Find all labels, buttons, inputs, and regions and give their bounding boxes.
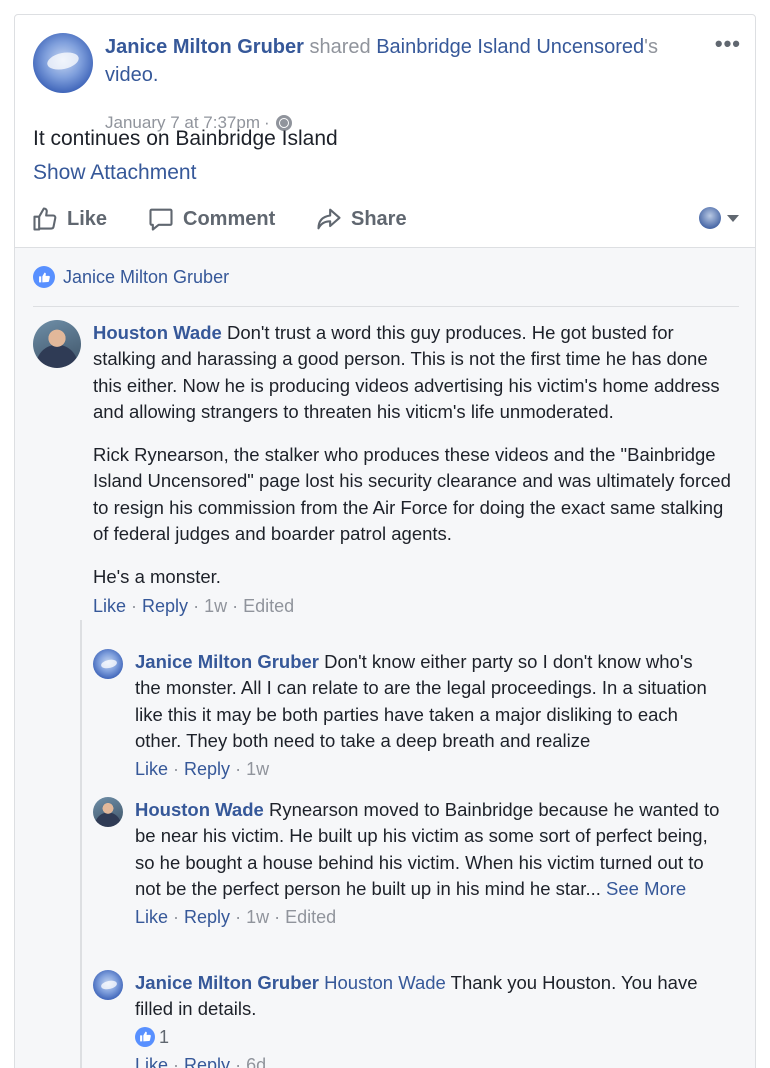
comment-like-link[interactable]: Like: [135, 1055, 168, 1068]
mention-link[interactable]: Houston Wade: [324, 972, 446, 993]
comment-like-link[interactable]: Like: [93, 596, 126, 616]
reaction-number: 1: [159, 1026, 170, 1047]
avatar[interactable]: [93, 797, 123, 827]
comment-author[interactable]: Houston Wade: [135, 799, 264, 820]
divider: [33, 306, 739, 307]
comment-reply-link[interactable]: Reply: [184, 1055, 230, 1068]
comment-button[interactable]: Comment: [147, 201, 275, 237]
comment: Houston Wade Rynearson moved to Bainbrid…: [135, 797, 720, 930]
comment-like-link[interactable]: Like: [135, 759, 168, 779]
author-avatar[interactable]: [33, 33, 93, 93]
reaction-count[interactable]: 1: [135, 1024, 720, 1050]
avatar[interactable]: [93, 970, 123, 1000]
share-arrow-icon: [317, 208, 341, 230]
comment-age[interactable]: 1w: [246, 759, 269, 779]
edited-label[interactable]: Edited: [285, 907, 336, 927]
edited-label[interactable]: Edited: [243, 596, 294, 616]
like-reaction-icon: [135, 1026, 155, 1047]
comments-section: Janice Milton Gruber Houston Wade Don't …: [15, 247, 755, 1068]
author-name-link[interactable]: Janice Milton Gruber: [105, 36, 304, 58]
post-as-selector[interactable]: [699, 207, 739, 229]
comment-actions: Like · Reply · 1w: [135, 759, 270, 780]
comment-actions: Like · Reply · 1w · Edited: [93, 595, 295, 616]
comment: Houston Wade Don't trust a word this guy…: [93, 320, 735, 619]
more-dots-icon[interactable]: •••: [715, 33, 741, 55]
speech-bubble-icon: [149, 208, 173, 231]
comment-text: He's a monster.: [93, 566, 221, 588]
comment-text: Rick Rynearson, the stalker who produces…: [93, 444, 731, 545]
show-attachment-link[interactable]: Show Attachment: [33, 161, 196, 185]
likes-names: Janice Milton Gruber: [63, 266, 230, 287]
post-headline: Janice Milton Gruber shared Bainbridge I…: [105, 33, 665, 89]
share-button[interactable]: Share: [315, 201, 407, 237]
post-card: Janice Milton Gruber shared Bainbridge I…: [14, 14, 756, 1068]
avatar[interactable]: [33, 320, 81, 368]
comment: Janice Milton Gruber Houston Wade Thank …: [135, 970, 720, 1068]
see-more-link[interactable]: See More: [606, 878, 686, 899]
comment-author[interactable]: Janice Milton Gruber: [135, 651, 319, 672]
avatar[interactable]: [93, 649, 123, 679]
thumbs-up-icon: [33, 207, 57, 231]
shared-word: shared: [309, 36, 371, 58]
video-link[interactable]: video.: [105, 64, 158, 86]
comment-author[interactable]: Janice Milton Gruber: [135, 972, 319, 993]
comment-age[interactable]: 1w: [204, 596, 227, 616]
comment-author[interactable]: Houston Wade: [93, 322, 222, 343]
likes-summary[interactable]: Janice Milton Gruber: [33, 266, 229, 288]
post-text: It continues on Bainbridge Island: [33, 127, 338, 150]
post-header: Janice Milton Gruber shared Bainbridge I…: [33, 33, 741, 133]
page-name-link[interactable]: Bainbridge Island Uncensored: [376, 36, 644, 58]
comment-age[interactable]: 1w: [246, 907, 269, 927]
thread-line: [80, 620, 82, 1068]
comment-label: Comment: [183, 207, 276, 230]
comment-like-link[interactable]: Like: [135, 907, 168, 927]
profile-avatar-icon: [699, 207, 721, 229]
comment-reply-link[interactable]: Reply: [184, 907, 230, 927]
comment-actions: Like · Reply · 6d: [135, 1052, 720, 1068]
post-actions-bar: Like Comment Share: [31, 201, 743, 241]
comment-reply-link[interactable]: Reply: [142, 596, 188, 616]
comment-actions: Like · Reply · 1w · Edited: [135, 907, 337, 928]
comment: Janice Milton Gruber Don't know either p…: [135, 649, 720, 782]
like-button[interactable]: Like: [31, 201, 107, 237]
possessive-suffix: 's: [644, 36, 658, 58]
caret-down-icon: [727, 214, 739, 222]
comment-reply-link[interactable]: Reply: [184, 759, 230, 779]
comment-age[interactable]: 6d: [246, 1055, 266, 1068]
share-label: Share: [351, 207, 407, 230]
like-reaction-icon: [33, 266, 55, 288]
like-label: Like: [67, 207, 108, 230]
